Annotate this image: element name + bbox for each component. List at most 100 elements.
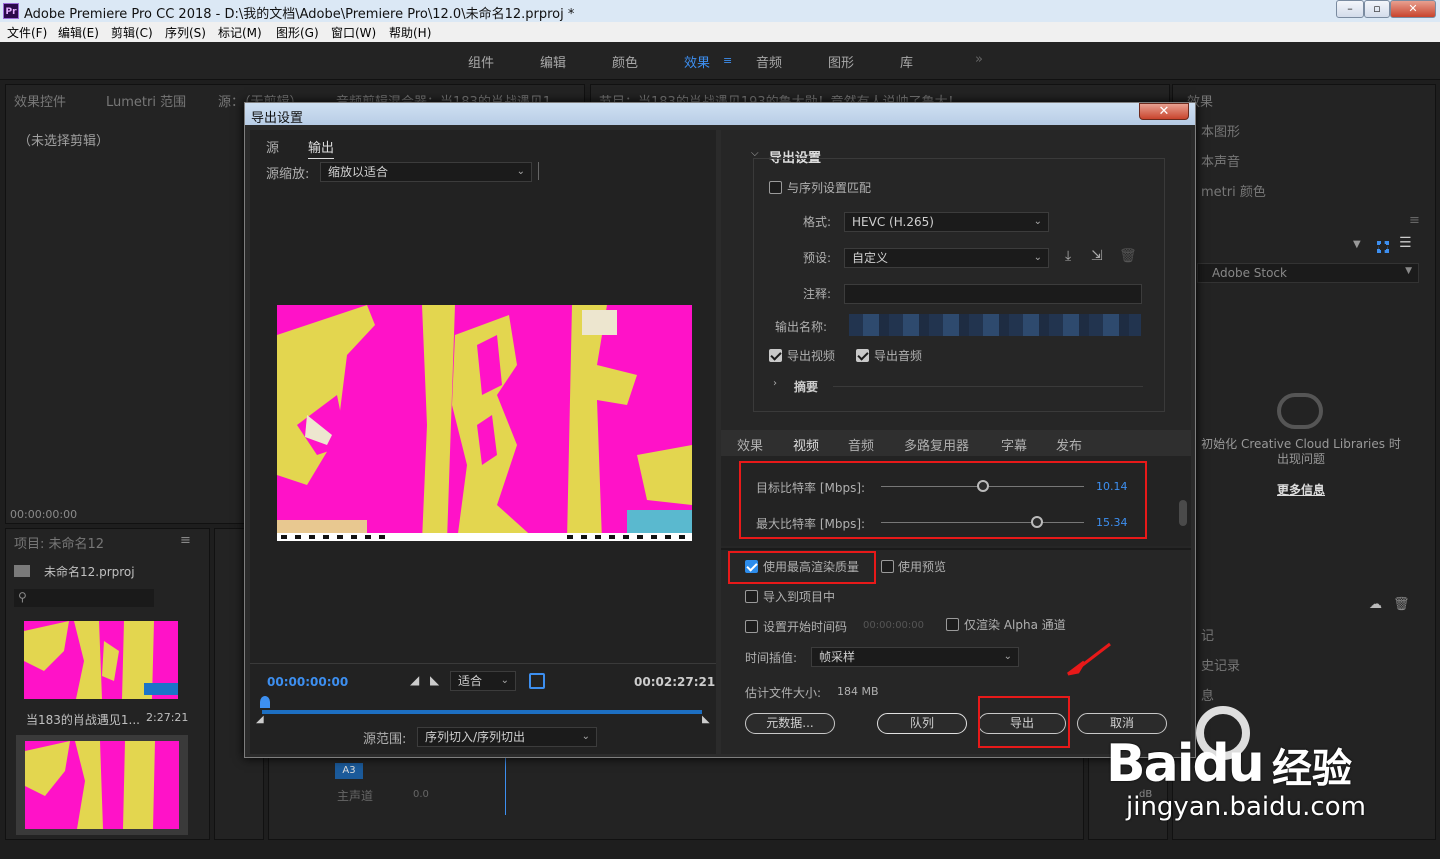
source-scaling-label: 源缩放: (266, 167, 310, 182)
mark-out-icon[interactable]: ◣ (430, 673, 439, 687)
info-item[interactable]: 息 (1201, 685, 1214, 704)
workspace-menu-icon[interactable]: ≡ (723, 54, 732, 67)
tab-output-preview[interactable]: 输出 (308, 137, 335, 159)
project-menu-icon[interactable]: ≡ (180, 533, 191, 548)
chevron-down-icon: ⌄ (1033, 216, 1042, 227)
alpha-only-checkbox[interactable] (946, 618, 959, 631)
workspace-libraries[interactable]: 库 (900, 52, 913, 71)
workspace-assembly[interactable]: 组件 (468, 52, 494, 71)
close-window-button[interactable]: ✕ (1390, 0, 1436, 18)
playhead-handle[interactable] (260, 696, 270, 708)
in-point-marker-icon[interactable]: ◢ (256, 714, 264, 725)
cloud-sync-icon[interactable]: ☁ (1369, 597, 1382, 612)
aspect-ratio-icon[interactable] (529, 673, 545, 689)
metadata-button[interactable]: 元数据... (745, 713, 835, 734)
menu-clip[interactable]: 剪辑(C) (111, 24, 153, 41)
workspace-editing[interactable]: 编辑 (540, 52, 566, 71)
tab-captions[interactable]: 字幕 (1001, 435, 1027, 454)
summary-divider (833, 386, 1143, 387)
source-range-select[interactable]: 序列切入/序列切出 ⌄ (417, 727, 597, 747)
history-item[interactable]: 史记录 (1201, 655, 1240, 674)
preset-select[interactable]: 自定义 ⌄ (844, 248, 1049, 268)
format-select[interactable]: HEVC (H.265) ⌄ (844, 212, 1049, 232)
chevron-down-icon: ⌄ (1033, 252, 1042, 263)
export-video-label: 导出视频 (787, 349, 836, 363)
minimize-button[interactable]: – (1336, 0, 1364, 18)
clip-thumbnail-image-2 (25, 741, 179, 829)
preview-scrub-bar[interactable] (262, 710, 702, 714)
tab-audio[interactable]: 音频 (848, 435, 874, 454)
file-size-label: 估计文件大小: (745, 686, 822, 700)
libraries-dropdown-icon[interactable]: ▼ (1353, 239, 1361, 250)
export-video-checkbox[interactable] (769, 349, 782, 362)
source-scaling-select[interactable]: 缩放以适合 ⌄ (320, 162, 532, 182)
libraries-menu-icon[interactable]: ≡ (1409, 213, 1420, 228)
playhead-line (505, 757, 506, 815)
summary-label[interactable]: 摘要 (794, 378, 818, 395)
menu-window[interactable]: 窗口(W) (331, 24, 376, 41)
clip-thumbnail[interactable] (24, 621, 178, 699)
dialog-close-button[interactable]: ✕ (1139, 103, 1189, 120)
tab-source-preview[interactable]: 源 (266, 137, 279, 156)
output-preview-image (277, 305, 692, 541)
menu-graphics[interactable]: 图形(G) (276, 24, 319, 41)
expand-chevron-icon[interactable]: › (773, 378, 777, 389)
project-title[interactable]: 项目: 未命名12 (14, 533, 104, 552)
tab-video[interactable]: 视频 (793, 435, 820, 457)
dialog-title: 导出设置 (251, 111, 304, 126)
maximize-button[interactable]: ▫ (1364, 0, 1390, 18)
source-scaling-value: 缩放以适合 (328, 165, 389, 179)
menu-sequence[interactable]: 序列(S) (165, 24, 206, 41)
workspace-more-icon[interactable]: » (975, 52, 983, 67)
workspace-color[interactable]: 颜色 (612, 52, 638, 71)
settings-tab-strip: 效果 视频 音频 多路复用器 字幕 发布 (721, 430, 1191, 457)
clip-thumbnail-selected[interactable] (16, 735, 188, 835)
mark-in-icon[interactable]: ◢ (410, 673, 419, 687)
menu-edit[interactable]: 编辑(E) (58, 24, 99, 41)
more-info-link[interactable]: 更多信息 (1277, 481, 1325, 498)
trash-icon[interactable]: 🗑 (1393, 597, 1410, 612)
lumetri-color-item[interactable]: metri 颜色 (1201, 181, 1266, 200)
tab-publish[interactable]: 发布 (1056, 435, 1082, 454)
project-search-input[interactable]: ⚲ (14, 589, 154, 607)
match-sequence-label: 与序列设置匹配 (787, 181, 872, 195)
settings-scrollbar[interactable] (1179, 500, 1187, 526)
save-preset-icon[interactable]: ⤓ (1065, 248, 1071, 264)
essential-graphics-item[interactable]: 本图形 (1201, 121, 1240, 140)
time-interpolation-label: 时间插值: (745, 651, 798, 665)
essential-sound-item[interactable]: 本声音 (1201, 151, 1240, 170)
markers-item[interactable]: 记 (1201, 625, 1214, 644)
workspace-effects[interactable]: 效果 (684, 52, 710, 71)
comments-input[interactable] (844, 284, 1142, 304)
list-view-icon[interactable]: ☰ (1399, 235, 1412, 251)
menu-marker[interactable]: 标记(M) (218, 24, 262, 41)
set-start-timecode-checkbox[interactable] (745, 620, 758, 633)
use-previews-checkbox[interactable] (881, 560, 894, 573)
adobe-stock-select[interactable]: Adobe Stock ▼ (1197, 263, 1419, 283)
match-sequence-checkbox[interactable] (769, 181, 782, 194)
tab-effects[interactable]: 效果 (737, 435, 763, 454)
queue-button[interactable]: 队列 (877, 713, 967, 734)
alpha-only-label: 仅渲染 Alpha 通道 (964, 618, 1066, 632)
track-a3-label[interactable]: A3 (335, 763, 363, 779)
start-timecode-value[interactable]: 00:00:00:00 (863, 620, 924, 631)
delete-preset-icon[interactable]: 🗑 (1119, 248, 1137, 264)
chevron-down-icon: ▼ (1405, 266, 1412, 276)
import-preset-icon[interactable]: ⇲ (1091, 248, 1103, 264)
export-audio-checkbox[interactable] (856, 349, 869, 362)
zoom-fit-select[interactable]: 适合 ⌄ (450, 671, 516, 691)
adobe-stock-label: Adobe Stock (1212, 266, 1287, 280)
time-interpolation-select[interactable]: 帧采样 ⌄ (811, 647, 1019, 667)
import-into-project-checkbox[interactable] (745, 590, 758, 603)
tab-effect-controls[interactable]: 效果控件 (14, 91, 66, 110)
tab-lumetri-scopes[interactable]: Lumetri 范围 (106, 91, 186, 110)
grid-view-icon[interactable] (1377, 241, 1389, 253)
output-name-link[interactable] (849, 314, 1141, 336)
preview-timecode-start[interactable]: 00:00:00:00 (267, 675, 348, 689)
out-point-marker-icon[interactable]: ◣ (702, 714, 710, 725)
menu-file[interactable]: 文件(F) (7, 24, 47, 41)
workspace-audio[interactable]: 音频 (756, 52, 782, 71)
tab-multiplexer[interactable]: 多路复用器 (904, 435, 969, 454)
workspace-graphics[interactable]: 图形 (828, 52, 854, 71)
menu-help[interactable]: 帮助(H) (389, 24, 431, 41)
